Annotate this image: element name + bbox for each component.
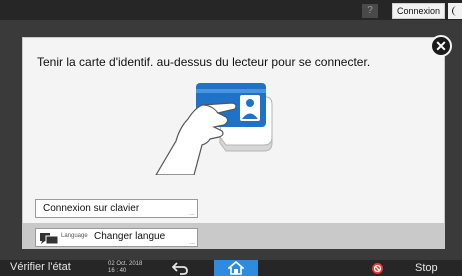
- date-text: 02 Oct. 2018: [108, 261, 143, 267]
- stop-button[interactable]: [372, 263, 383, 274]
- language-small-label: Language: [61, 233, 88, 239]
- date-time: 02 Oct. 2018 16 : 40: [108, 261, 142, 275]
- home-button[interactable]: [214, 260, 258, 276]
- keyboard-login-button[interactable]: Connexion sur clavier ...: [35, 199, 198, 218]
- login-button[interactable]: Connexion: [392, 3, 445, 19]
- help-button[interactable]: ?: [362, 4, 378, 18]
- more-indicator: ...: [189, 210, 195, 217]
- close-icon: ✕: [435, 38, 447, 54]
- instruction-text: Tenir la carte d'identif. au-dessus du l…: [37, 55, 371, 69]
- close-button[interactable]: ✕: [430, 35, 452, 57]
- home-icon: [228, 261, 244, 275]
- check-status-button[interactable]: Vérifier l'état: [10, 261, 71, 273]
- moon-icon: [452, 6, 457, 16]
- keyboard-login-label: Connexion sur clavier: [43, 203, 140, 214]
- change-language-button[interactable]: Language Changer langue ...: [35, 228, 198, 247]
- back-arrow-icon[interactable]: [172, 262, 188, 275]
- energy-saver-button[interactable]: [448, 3, 462, 19]
- stop-label[interactable]: Stop: [415, 262, 438, 274]
- time-text: 16 : 40: [108, 268, 127, 274]
- help-icon: ?: [367, 5, 373, 16]
- change-language-label: Changer langue: [94, 231, 166, 242]
- card-reader-illustration: [155, 83, 273, 175]
- stop-icon: [373, 264, 382, 273]
- language-icon: [40, 233, 59, 245]
- more-indicator: ...: [189, 239, 195, 246]
